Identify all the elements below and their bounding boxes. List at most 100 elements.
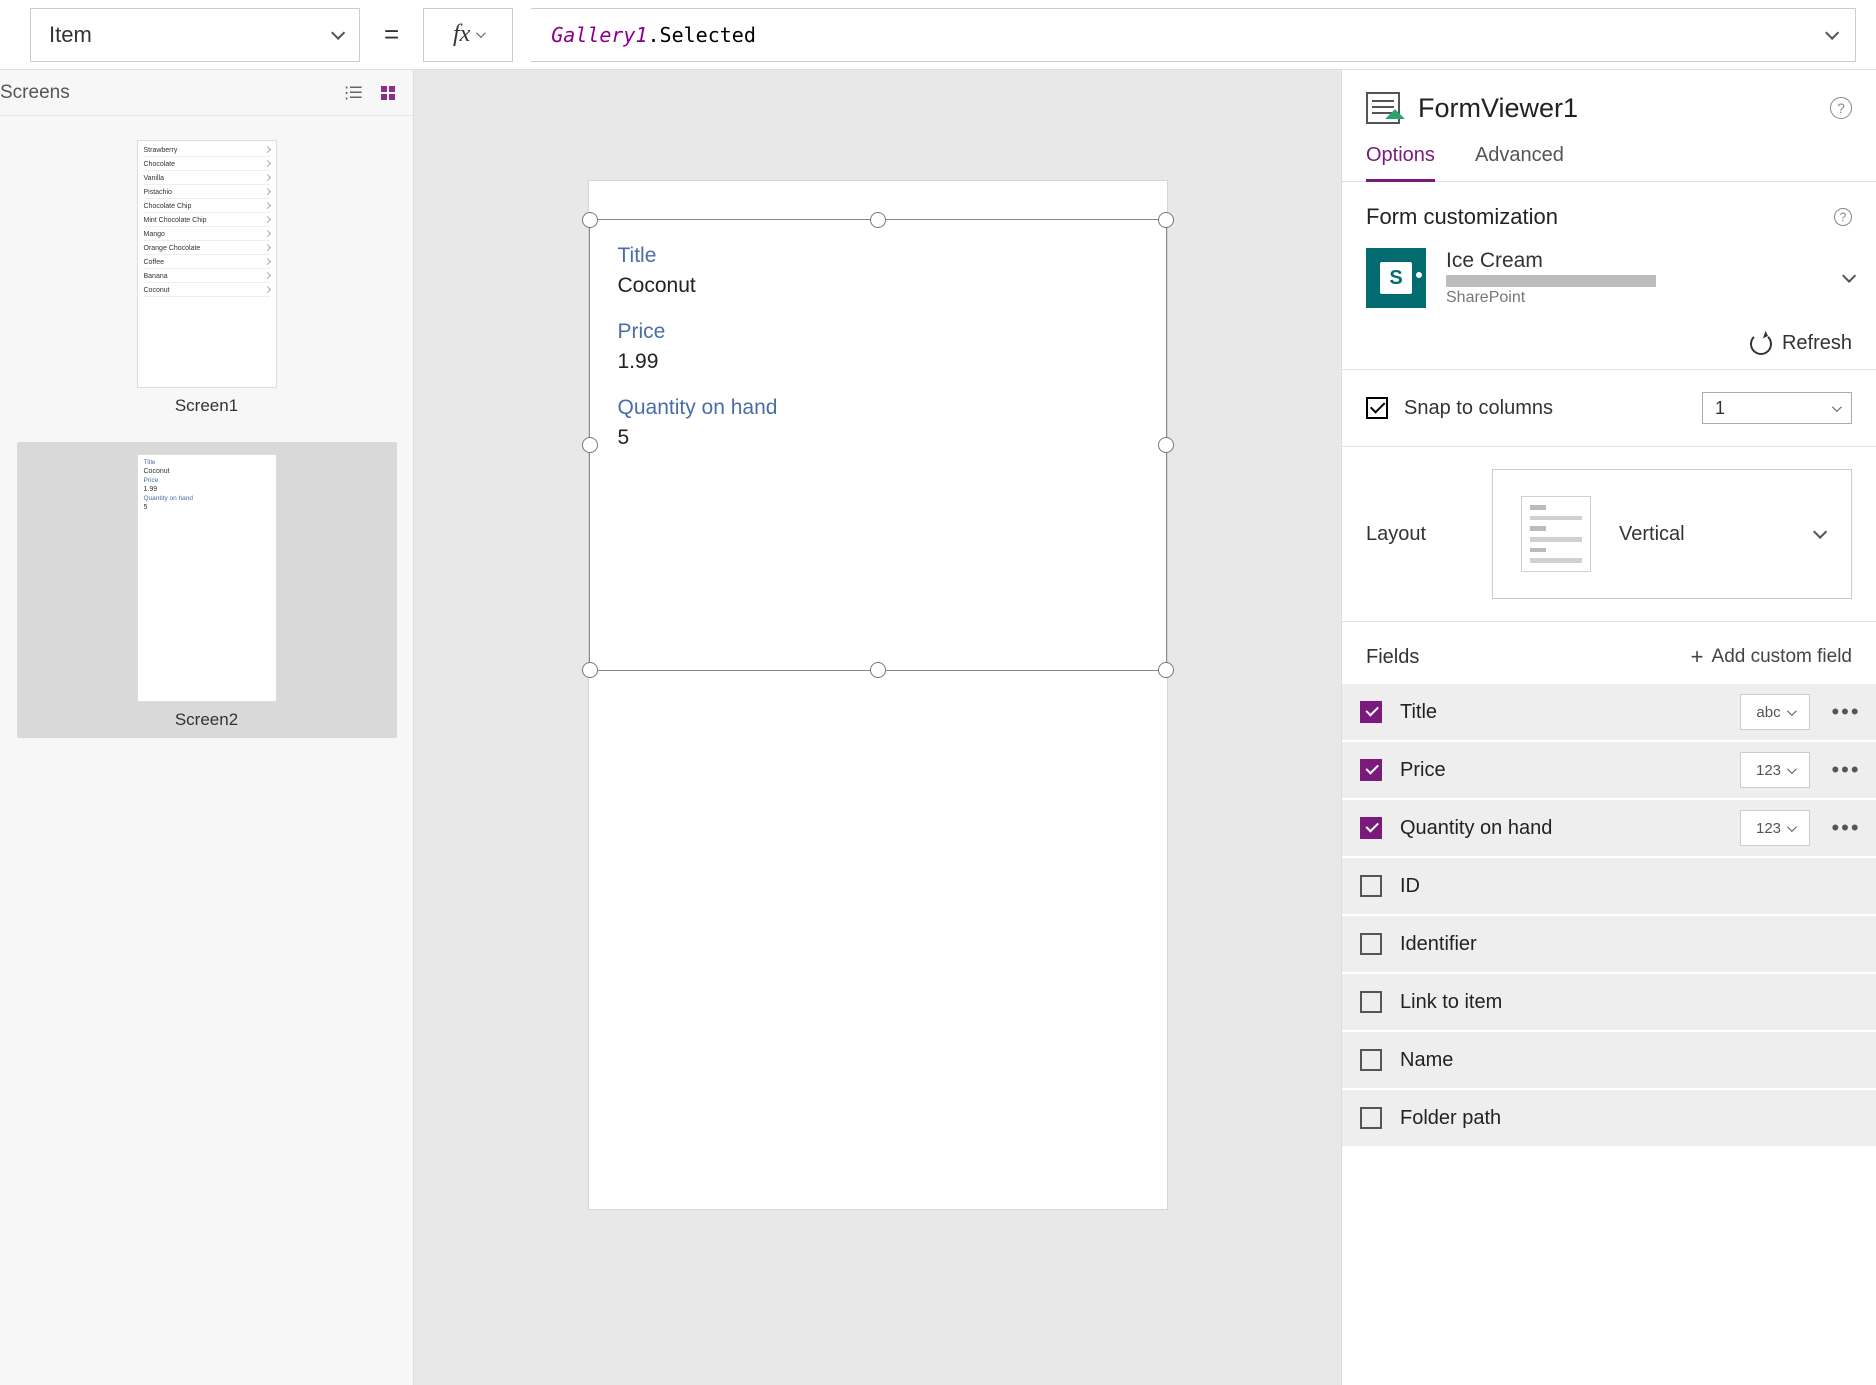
resize-handle[interactable] — [582, 437, 598, 453]
field-row[interactable]: Title abc ••• — [1342, 684, 1876, 742]
field-row[interactable]: Price 123 ••• — [1342, 742, 1876, 800]
columns-value: 1 — [1715, 398, 1725, 419]
field-checkbox[interactable] — [1360, 1049, 1382, 1071]
field-checkbox[interactable] — [1360, 701, 1382, 723]
field-checkbox[interactable] — [1360, 759, 1382, 781]
resize-handle[interactable] — [870, 662, 886, 678]
field-name: Name — [1400, 1049, 1864, 1072]
design-canvas[interactable]: Title Coconut Price 1.99 Quantity on han… — [414, 70, 1341, 1385]
screens-title: Screens — [0, 82, 70, 104]
thumbnail-view-icon[interactable] — [381, 86, 395, 100]
resize-handle[interactable] — [1158, 437, 1174, 453]
columns-dropdown[interactable]: 1 — [1702, 392, 1852, 424]
data-source-account — [1446, 275, 1656, 287]
help-icon[interactable]: ? — [1834, 208, 1852, 226]
fx-label: fx — [453, 21, 470, 48]
main-area: Screens StrawberryChocolateVanillaPistac… — [0, 70, 1876, 1385]
thumbnail-caption: Screen1 — [17, 396, 397, 416]
field-name: Quantity on hand — [1400, 817, 1722, 840]
formula-text: Gallery1.Selected — [551, 23, 756, 47]
field-more-icon[interactable]: ••• — [1828, 699, 1864, 725]
property-dropdown[interactable]: Item — [30, 8, 360, 62]
thumbnail-caption: Screen2 — [17, 710, 397, 730]
card-label: Quantity on hand — [618, 396, 1138, 420]
layout-thumbnail — [1521, 496, 1591, 572]
field-name: ID — [1400, 875, 1864, 898]
field-row[interactable]: Folder path — [1342, 1090, 1876, 1148]
add-field-label: Add custom field — [1712, 646, 1852, 668]
field-row[interactable]: Quantity on hand 123 ••• — [1342, 800, 1876, 858]
resize-handle[interactable] — [870, 212, 886, 228]
refresh-button[interactable]: Refresh — [1366, 332, 1852, 355]
token-identifier: Gallery1 — [551, 23, 647, 47]
layout-value: Vertical — [1619, 523, 1685, 546]
formula-input[interactable]: Gallery1.Selected — [531, 8, 1856, 62]
property-name: Item — [49, 22, 92, 48]
sharepoint-icon: S — [1366, 248, 1426, 308]
tab-advanced[interactable]: Advanced — [1475, 132, 1564, 181]
form-viewer-control[interactable]: Title Coconut Price 1.99 Quantity on han… — [589, 219, 1167, 671]
chevron-down-icon — [1842, 269, 1856, 283]
field-row[interactable]: Identifier — [1342, 916, 1876, 974]
resize-handle[interactable] — [582, 212, 598, 228]
field-row[interactable]: ID — [1342, 858, 1876, 916]
form-customization-section: Form customization ? S Ice Cream SharePo… — [1342, 182, 1876, 370]
chevron-down-icon — [476, 28, 486, 38]
chevron-down-icon — [1832, 402, 1842, 412]
field-type-dropdown[interactable]: 123 — [1740, 752, 1810, 788]
tab-options[interactable]: Options — [1366, 132, 1435, 181]
tree-view-icon[interactable] — [339, 82, 357, 104]
resize-handle[interactable] — [582, 662, 598, 678]
card-value: 5 — [618, 426, 1138, 450]
card-label: Price — [618, 320, 1138, 344]
plus-icon: + — [1691, 644, 1704, 670]
data-card[interactable]: Quantity on hand 5 — [590, 388, 1166, 464]
layout-label: Layout — [1366, 523, 1426, 546]
control-name: FormViewer1 — [1418, 93, 1578, 124]
token-member: .Selected — [648, 23, 756, 47]
field-type-dropdown[interactable]: 123 — [1740, 810, 1810, 846]
field-row[interactable]: Name — [1342, 1032, 1876, 1090]
refresh-label: Refresh — [1782, 332, 1852, 355]
field-more-icon[interactable]: ••• — [1828, 757, 1864, 783]
phone-frame: Title Coconut Price 1.99 Quantity on han… — [588, 180, 1168, 1210]
snap-to-columns-section: Snap to columns 1 — [1342, 370, 1876, 447]
resize-handle[interactable] — [1158, 662, 1174, 678]
data-card[interactable]: Title Coconut — [590, 236, 1166, 312]
card-label: Title — [618, 244, 1138, 268]
fx-button[interactable]: fx — [423, 8, 513, 62]
section-title: Form customization ? — [1366, 204, 1852, 230]
chevron-down-icon — [331, 25, 345, 39]
add-custom-field-button[interactable]: + Add custom field — [1691, 644, 1852, 670]
field-name: Folder path — [1400, 1107, 1864, 1130]
formula-bar: Item = fx Gallery1.Selected — [0, 0, 1876, 70]
equals-sign: = — [378, 19, 405, 50]
panel-title-row: FormViewer1 ? — [1342, 70, 1876, 132]
field-checkbox[interactable] — [1360, 817, 1382, 839]
field-checkbox[interactable] — [1360, 1107, 1382, 1129]
fields-header: Fields + Add custom field — [1342, 622, 1876, 684]
form-icon — [1366, 92, 1400, 124]
field-checkbox[interactable] — [1360, 991, 1382, 1013]
screen-thumbnail[interactable]: StrawberryChocolateVanillaPistachioChoco… — [17, 128, 397, 424]
snap-checkbox[interactable] — [1366, 397, 1388, 419]
resize-handle[interactable] — [1158, 212, 1174, 228]
properties-panel: FormViewer1 ? Options Advanced Form cust… — [1341, 70, 1876, 1385]
field-row[interactable]: Link to item — [1342, 974, 1876, 1032]
data-card[interactable]: Price 1.99 — [590, 312, 1166, 388]
field-checkbox[interactable] — [1360, 875, 1382, 897]
snap-label: Snap to columns — [1404, 397, 1553, 420]
chevron-down-icon — [1825, 25, 1839, 39]
field-name: Title — [1400, 701, 1722, 724]
field-type-dropdown[interactable]: abc — [1740, 694, 1810, 730]
fields-label: Fields — [1366, 646, 1419, 669]
help-icon[interactable]: ? — [1830, 97, 1852, 119]
layout-selector[interactable]: Vertical — [1492, 469, 1852, 599]
fields-list: Title abc ••• Price 123 ••• Quantity on hand 12… — [1342, 684, 1876, 1148]
field-more-icon[interactable]: ••• — [1828, 815, 1864, 841]
screen-thumbnail[interactable]: TitleCoconutPrice1.99Quantity on hand5 S… — [17, 442, 397, 738]
field-checkbox[interactable] — [1360, 933, 1382, 955]
data-source-selector[interactable]: S Ice Cream SharePoint — [1366, 248, 1852, 308]
field-name: Price — [1400, 759, 1722, 782]
screens-panel: Screens StrawberryChocolateVanillaPistac… — [0, 70, 414, 1385]
